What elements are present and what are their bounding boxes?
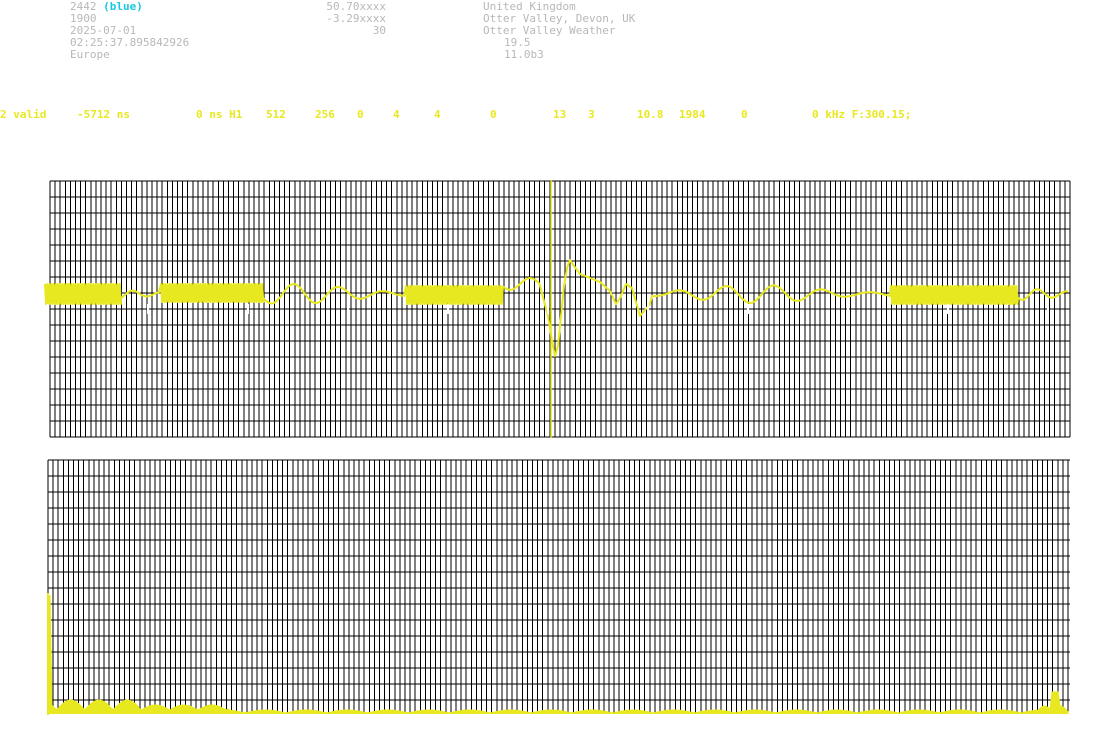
status-field-11: 3 (588, 108, 595, 121)
waveform-plot (44, 180, 1071, 438)
grid-lines (49, 180, 1071, 438)
location-column: United Kingdom Otter Valley, Devon, UK Ott… (483, 1, 635, 61)
status-ns-h1: 0 ns H1 (196, 108, 243, 121)
spectrum-plot (47, 459, 1070, 715)
status-frequency: 0 kHz F:300.15; (812, 108, 912, 121)
waveform-trace (44, 259, 1068, 357)
station-value-30: 30 (372, 24, 386, 37)
status-line: 2 valid -5712 ns 0 ns H1 512 256 0 4 4 0… (0, 109, 1095, 121)
status-field-10: 13 (553, 108, 567, 121)
grid-lines (47, 459, 1070, 714)
status-field-13: 1984 (679, 108, 706, 121)
spectrum-grid (47, 459, 1070, 714)
station-info-column: 2442 (blue) 1900 2025-07-01 02:25:37.895842… (70, 1, 189, 61)
status-field-7: 4 (393, 108, 400, 121)
status-field-5: 256 (315, 108, 335, 121)
station-color-label: (blue) (103, 0, 143, 13)
status-offset: -5712 ns (77, 108, 130, 121)
waveform-grid (49, 180, 1071, 438)
status-field-9: 0 (490, 108, 497, 121)
status-field-12: 10.8 (637, 108, 664, 121)
station-version: 11.0b3 (504, 48, 544, 61)
status-field-6: 0 (357, 108, 364, 121)
status-field-8: 4 (434, 108, 441, 121)
coordinates-column: 50.70xxxx -3.29xxxx 30 (322, 1, 386, 37)
station-region: Europe (70, 48, 110, 61)
status-field-14: 0 (741, 108, 748, 121)
status-field-4: 512 (266, 108, 286, 121)
status-valid: 2 valid (0, 108, 47, 121)
